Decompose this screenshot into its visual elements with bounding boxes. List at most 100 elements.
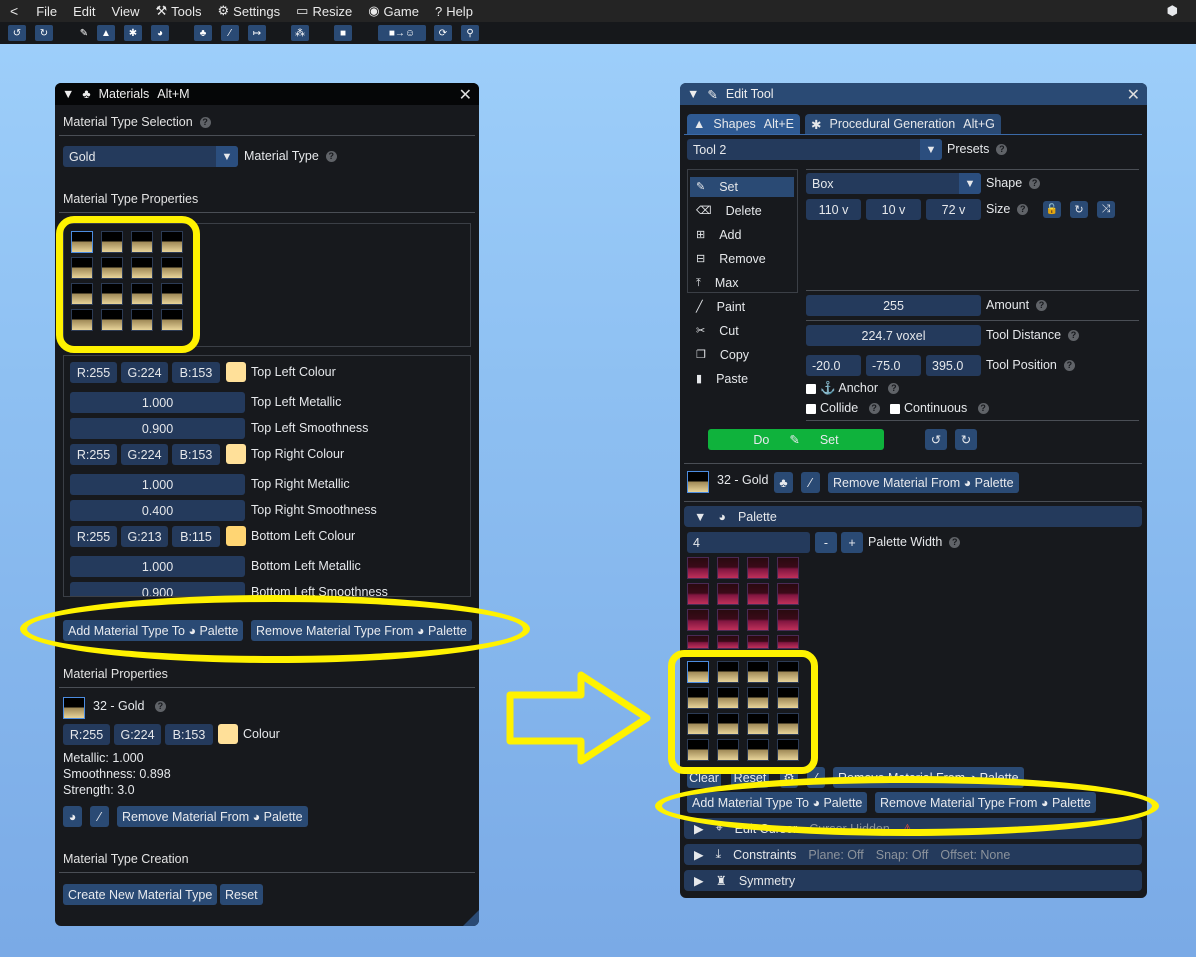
palette-header[interactable]: ▼ ◕ Palette (684, 506, 1142, 527)
mode-paste[interactable]: ▮ Paste (690, 369, 794, 389)
shapes-icon[interactable]: ▲ (97, 25, 115, 41)
help-icon[interactable]: ? (1029, 178, 1041, 190)
reset-button[interactable]: Reset (731, 767, 769, 788)
materials-button[interactable]: ♣ (774, 472, 793, 493)
menu-file[interactable]: File (28, 0, 65, 22)
palette-cell-red[interactable] (687, 635, 709, 649)
help-icon[interactable]: ? (949, 537, 961, 549)
palette-cell-gold[interactable] (687, 713, 709, 735)
mode-delete[interactable]: ⌫ Delete (690, 201, 794, 221)
create-new-material-type-button[interactable]: Create New Material Type (63, 884, 218, 905)
eyedropper-button[interactable]: ⁄ (807, 767, 825, 788)
redo-button[interactable]: ↻ (955, 429, 977, 450)
palette-cell-gold[interactable] (687, 739, 709, 761)
mode-max[interactable]: ⤒ Max (690, 273, 794, 293)
palette-cell-gold[interactable] (717, 739, 739, 761)
material-type-cell[interactable] (71, 309, 93, 331)
shape-dropdown[interactable]: Box ▼ (806, 173, 981, 194)
palette-cell-gold[interactable] (717, 687, 739, 709)
anchor-checkbox[interactable]: ⚓ Anchor ? (806, 381, 900, 396)
collapse-icon[interactable]: ▼ (62, 87, 74, 101)
value-field[interactable]: 1.000 (70, 392, 245, 413)
remove-material-from-palette-button[interactable]: Remove Material From ◕ Palette (117, 806, 308, 827)
remove-material-type-from-palette-button[interactable]: Remove Material Type From ◕ Palette (251, 620, 472, 641)
position-x-field[interactable]: -20.0 (806, 355, 861, 376)
palette-width-decrement[interactable]: - (815, 532, 837, 553)
back-button[interactable]: < (0, 0, 28, 22)
colour-swatch[interactable] (226, 444, 246, 464)
tab-procedural-generation[interactable]: ✱ Procedural Generation Alt+G (805, 114, 1001, 134)
palette-cell-gold[interactable] (777, 713, 799, 735)
presets-dropdown[interactable]: Tool 2 ▼ (687, 139, 942, 160)
material-type-cell[interactable] (161, 283, 183, 305)
continuous-checkbox[interactable]: Continuous ? (890, 401, 989, 415)
palette-cell-red[interactable] (747, 583, 769, 605)
palette-cell-red[interactable] (747, 635, 769, 649)
palette-cell-red[interactable] (747, 557, 769, 579)
colour-r-field[interactable]: R:255 (70, 444, 117, 465)
palette-cell-red[interactable] (777, 557, 799, 579)
remove-material-type-from-palette-button[interactable]: Remove Material Type From ◕ Palette (875, 792, 1096, 813)
help-icon[interactable]: ? (1068, 330, 1079, 342)
materials-titlebar[interactable]: ▼ ♣ Materials Alt+M ✕ (55, 83, 479, 105)
menu-settings[interactable]: ⚙ Settings (210, 0, 289, 22)
help-icon[interactable]: ? (199, 117, 211, 129)
palette-cell-gold[interactable] (777, 687, 799, 709)
palette-cell-gold[interactable] (717, 661, 739, 683)
menu-help[interactable]: ? Help (427, 0, 481, 22)
palette-width-increment[interactable]: + (841, 532, 863, 553)
material-type-cell[interactable] (131, 257, 153, 279)
palette-cell-gold[interactable] (747, 687, 769, 709)
particles-icon[interactable]: ⁂ (291, 25, 309, 41)
undo-icon[interactable]: ↺ (8, 25, 26, 41)
material-type-cell[interactable] (101, 257, 123, 279)
tab-shapes[interactable]: ▲ Shapes Alt+E (687, 114, 801, 134)
position-y-field[interactable]: -75.0 (866, 355, 921, 376)
position-z-field[interactable]: 395.0 (926, 355, 981, 376)
colour-g-field[interactable]: G:224 (121, 362, 168, 383)
help-icon[interactable]: ? (325, 151, 337, 163)
material-type-cell[interactable] (101, 309, 123, 331)
colour-b-field[interactable]: B:153 (172, 444, 220, 465)
help-icon[interactable]: ? (996, 144, 1008, 156)
procedural-icon[interactable]: ✱ (124, 25, 142, 41)
palette-button[interactable]: ◕ (63, 806, 82, 827)
menu-game[interactable]: ◉ Game (360, 0, 427, 22)
symmetry-header[interactable]: ▶ ♜ Symmetry (684, 870, 1142, 891)
materials-icon[interactable]: ♣ (194, 25, 212, 41)
help-icon[interactable]: ? (1017, 204, 1029, 216)
help-icon[interactable]: ? (1063, 360, 1075, 372)
pencil-icon[interactable]: ✎ (75, 25, 93, 41)
lock-button[interactable]: 🔓 (1043, 201, 1061, 218)
do-set-button[interactable]: Do ✎ Set (708, 429, 884, 450)
checkbox[interactable] (806, 403, 816, 414)
menu-tools[interactable]: ⚒ Tools (148, 0, 210, 22)
colour-b-field[interactable]: B:115 (172, 526, 220, 547)
palette-cell-red[interactable] (687, 583, 709, 605)
mode-add[interactable]: ⊞ Add (690, 225, 794, 245)
collapse-icon[interactable]: ▼ (687, 87, 699, 101)
material-type-cell[interactable] (161, 309, 183, 331)
value-field[interactable]: 1.000 (70, 556, 245, 577)
palette-cell-red[interactable] (687, 609, 709, 631)
clear-button[interactable]: Clear (687, 767, 721, 788)
palette-width-field[interactable]: 4 (687, 532, 810, 553)
remove-material-from-palette-button[interactable]: Remove Material From ◕ Palette (828, 472, 1019, 493)
type-properties-list[interactable]: R:255 G:224 B:153 Top Left Colour 1.000 Top L… (63, 355, 471, 597)
eyedropper-button[interactable]: ⁄ (801, 472, 820, 493)
mode-copy[interactable]: ❐ Copy (690, 345, 794, 365)
colour-b-field[interactable]: B:153 (165, 724, 213, 745)
colour-b-field[interactable]: B:153 (172, 362, 220, 383)
palette-cell-gold[interactable] (717, 713, 739, 735)
size-z-field[interactable]: 72 v (926, 199, 981, 220)
camera-to-player-icon[interactable]: ■→☺ (378, 25, 426, 41)
help-icon[interactable]: ? (977, 403, 989, 415)
settings-button[interactable]: ⚙ (780, 767, 798, 788)
mode-set[interactable]: ✎ Set (690, 177, 794, 197)
reset-button[interactable]: Reset (220, 884, 263, 905)
randomize-button[interactable]: ⤨ (1097, 201, 1115, 218)
palette-cell-red[interactable] (777, 583, 799, 605)
reset-size-button[interactable]: ↻ (1070, 201, 1088, 218)
colour-r-field[interactable]: R:255 (70, 362, 117, 383)
export-icon[interactable]: ↦ (248, 25, 266, 41)
